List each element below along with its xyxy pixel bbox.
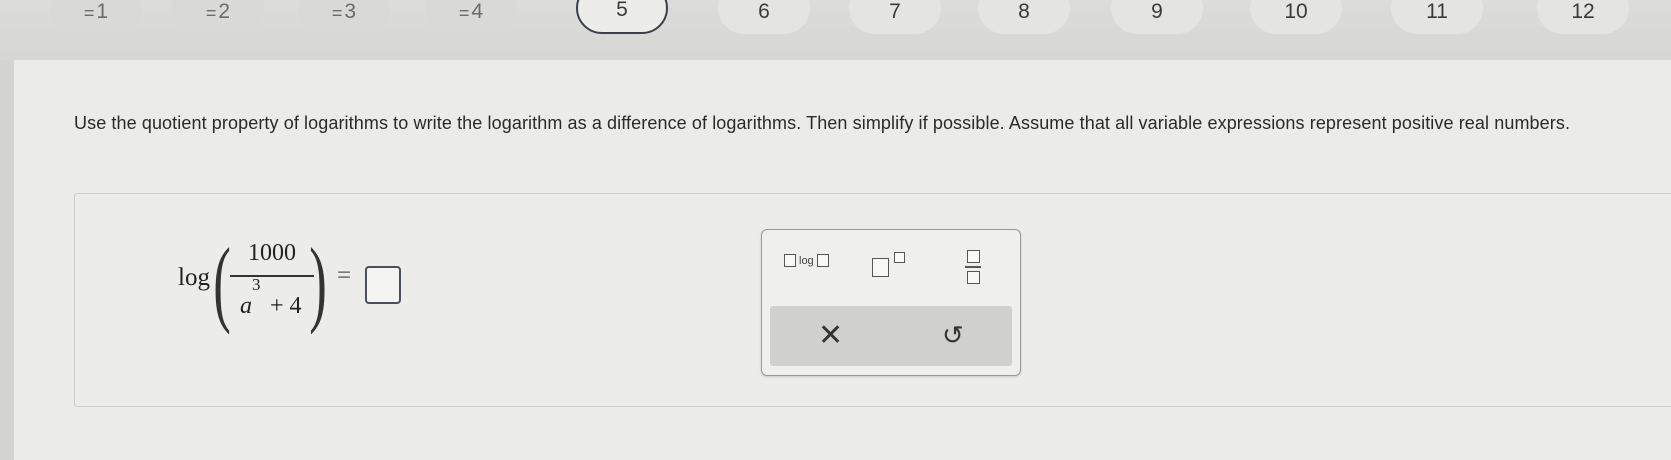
denominator: a 3 + 4 bbox=[232, 275, 312, 323]
check-icon: = bbox=[205, 3, 216, 23]
window-edge bbox=[0, 0, 14, 460]
log-label: log bbox=[799, 254, 814, 267]
math-palette: log ✕ ↺ bbox=[761, 229, 1021, 376]
nav-question-11[interactable]: 11 bbox=[1391, 0, 1483, 34]
equals-sign: = bbox=[337, 262, 352, 289]
nav-question-5[interactable]: 5 bbox=[576, 0, 668, 34]
superscript-box-icon bbox=[894, 252, 905, 263]
exponent: 3 bbox=[252, 274, 261, 294]
question-text: Use the quotient property of logarithms … bbox=[74, 113, 1571, 133]
nav-question-7[interactable]: 7 bbox=[849, 0, 941, 34]
numerator-box-icon bbox=[966, 250, 980, 263]
fraction-bar bbox=[230, 275, 314, 277]
question-navigation: = 1 = 2 = 3 = 4 5 6 7 8 9 10 11 12 bbox=[0, 0, 1671, 60]
variable-a: a bbox=[240, 292, 252, 319]
placeholder-box-icon bbox=[784, 254, 796, 267]
right-parenthesis: ) bbox=[309, 228, 327, 335]
clear-icon[interactable]: ✕ bbox=[818, 318, 843, 353]
nav-question-12[interactable]: 12 bbox=[1537, 0, 1629, 34]
nav-question-8[interactable]: 8 bbox=[978, 0, 1070, 34]
nav-question-3[interactable]: = 3 bbox=[298, 0, 390, 34]
nav-question-1[interactable]: = 1 bbox=[50, 0, 142, 34]
palette-actions: ✕ ↺ bbox=[770, 306, 1012, 366]
check-icon: = bbox=[331, 3, 342, 23]
base-box-icon bbox=[872, 258, 889, 277]
check-icon: = bbox=[83, 3, 94, 23]
log-base-button[interactable]: log bbox=[784, 254, 829, 267]
undo-icon[interactable]: ↺ bbox=[942, 320, 964, 351]
answer-input[interactable] bbox=[365, 266, 401, 304]
fraction: 1000 a 3 + 4 bbox=[230, 240, 314, 323]
left-parenthesis: ( bbox=[213, 228, 231, 335]
nav-question-9[interactable]: 9 bbox=[1111, 0, 1203, 34]
fraction-bar-icon bbox=[965, 266, 981, 268]
nav-question-2[interactable]: = 2 bbox=[172, 0, 264, 34]
nav-question-6[interactable]: 6 bbox=[718, 0, 810, 34]
nav-question-4[interactable]: = 4 bbox=[425, 0, 517, 34]
fraction-button[interactable] bbox=[965, 250, 981, 284]
placeholder-box-icon bbox=[816, 254, 829, 267]
log-function: log bbox=[178, 264, 210, 291]
denominator-box-icon bbox=[966, 270, 980, 284]
nav-question-10[interactable]: 10 bbox=[1250, 0, 1342, 34]
check-icon: = bbox=[458, 3, 469, 23]
numerator: 1000 bbox=[248, 240, 296, 266]
denominator-constant: + 4 bbox=[270, 292, 302, 319]
